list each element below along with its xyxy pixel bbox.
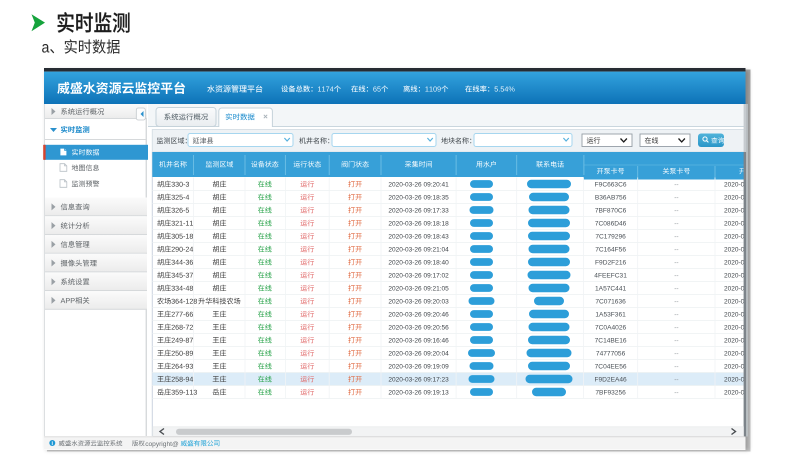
svg-text:4FEEFC31: 4FEEFC31 (594, 272, 627, 279)
svg-text:2020-03-26 09:20:03: 2020-03-26 09:20:03 (388, 298, 449, 305)
svg-text:--: -- (674, 376, 678, 383)
svg-text:2020-03-26 09:17:02: 2020-03-26 09:17:02 (388, 272, 449, 279)
svg-text:--: -- (674, 350, 678, 357)
svg-text:--: -- (674, 272, 678, 279)
svg-text:2020-03-26 09:16:46: 2020-03-26 09:16:46 (388, 337, 449, 344)
svg-text:F9D2EA46: F9D2EA46 (594, 376, 627, 383)
svg-text:2020-03-26 09:20:56: 2020-03-26 09:20:56 (388, 324, 449, 331)
svg-text:7C0A4026: 7C0A4026 (595, 324, 626, 331)
svg-text:2020-03-26 09:17:33: 2020-03-26 09:17:33 (388, 207, 449, 214)
svg-text:7C14BE16: 7C14BE16 (595, 337, 627, 344)
svg-text:7C04EE56: 7C04EE56 (595, 363, 627, 370)
svg-text:--: -- (674, 246, 678, 253)
svg-text:7BF93256: 7BF93256 (595, 389, 626, 396)
svg-text:2020-03-26 09:18:40: 2020-03-26 09:18:40 (388, 259, 449, 266)
svg-text:2020-03-26 09:18:43: 2020-03-26 09:18:43 (388, 233, 449, 240)
svg-text:F9D2F216: F9D2F216 (595, 259, 626, 266)
svg-text:7C086D46: 7C086D46 (595, 220, 627, 227)
svg-text:1A53F361: 1A53F361 (595, 311, 626, 318)
svg-text:7C164F56: 7C164F56 (595, 246, 626, 253)
svg-text:74777056: 74777056 (596, 350, 626, 357)
svg-text:7BF870C6: 7BF870C6 (595, 207, 627, 214)
svg-text:2020-03-26 09:19:13: 2020-03-26 09:19:13 (388, 389, 449, 396)
svg-text:B36AB756: B36AB756 (595, 194, 627, 201)
svg-text:2020-03-26 09:20:46: 2020-03-26 09:20:46 (388, 311, 449, 318)
svg-text:2020-03-26 09:20:41: 2020-03-26 09:20:41 (388, 181, 449, 188)
svg-text:7C071636: 7C071636 (595, 298, 626, 305)
svg-text:--: -- (674, 285, 678, 292)
svg-text:--: -- (674, 389, 678, 396)
svg-text:2020-03-26 09:20:04: 2020-03-26 09:20:04 (388, 350, 449, 357)
svg-text:copyright@: copyright@ (145, 441, 179, 448)
svg-text:--: -- (674, 311, 678, 318)
svg-text:--: -- (674, 207, 678, 214)
svg-text:--: -- (674, 220, 678, 227)
svg-text:1A57C441: 1A57C441 (595, 285, 626, 292)
svg-text:2020-03-26 09:19:09: 2020-03-26 09:19:09 (388, 363, 449, 370)
svg-text:2020-03-26 09:21:05: 2020-03-26 09:21:05 (388, 285, 449, 292)
svg-text:2020-03-26 09:17:23: 2020-03-26 09:17:23 (388, 376, 449, 383)
svg-text:--: -- (674, 324, 678, 331)
svg-text:2020-03-26 09:18:35: 2020-03-26 09:18:35 (388, 194, 449, 201)
svg-text:2020-03-26 09:18:18: 2020-03-26 09:18:18 (388, 220, 449, 227)
svg-text:--: -- (674, 233, 678, 240)
svg-text:--: -- (674, 337, 678, 344)
svg-text:--: -- (674, 181, 678, 188)
svg-text:7C179296: 7C179296 (595, 233, 626, 240)
svg-text:--: -- (674, 298, 678, 305)
svg-text:--: -- (674, 194, 678, 201)
svg-text:--: -- (674, 259, 678, 266)
svg-text:F9C663C6: F9C663C6 (595, 181, 627, 188)
svg-text:2020-03-26 09:21:04: 2020-03-26 09:21:04 (388, 246, 449, 253)
svg-text:--: -- (674, 363, 678, 370)
